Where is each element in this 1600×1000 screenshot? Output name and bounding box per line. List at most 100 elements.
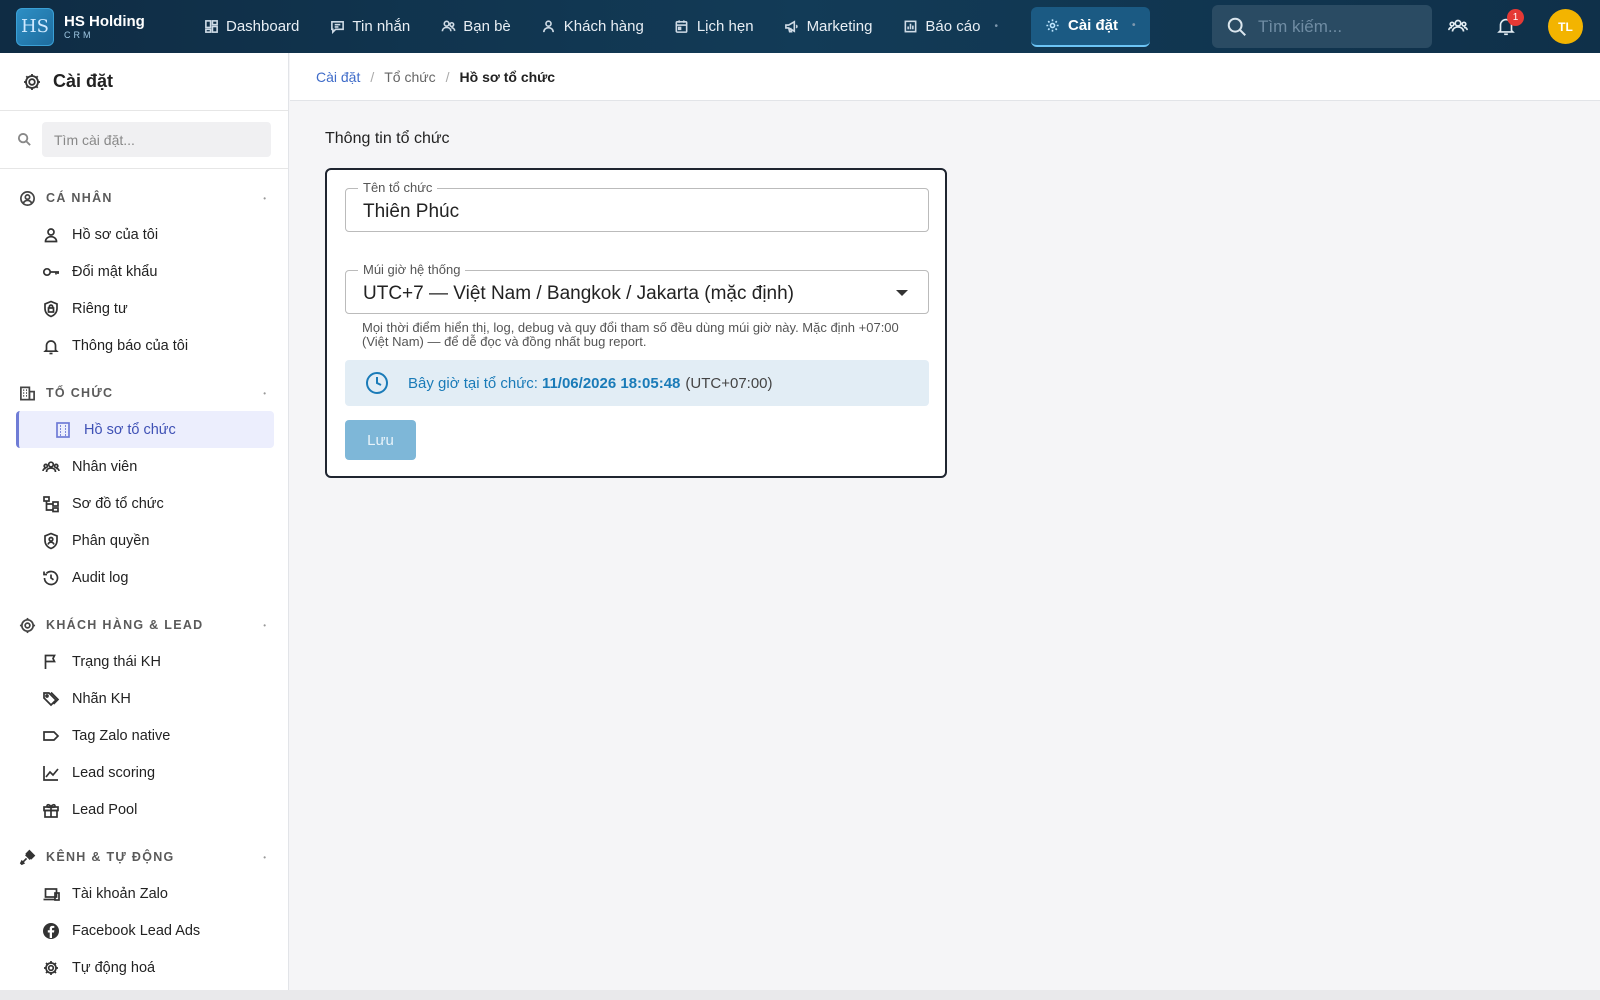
current-time-zone: (UTC+07:00) <box>685 374 773 392</box>
sidebar-item-my-profile[interactable]: Hồ sơ của tôi <box>16 216 274 253</box>
sidebar-item-label: Riêng tư <box>72 300 128 317</box>
current-time-label: Bây giờ tại tổ chức: <box>408 374 538 392</box>
sidebar-item-automation[interactable]: Tự động hoá <box>16 949 274 986</box>
nav-settings[interactable]: Cài đặt • <box>1030 6 1150 47</box>
nav-label: Lịch hẹn <box>696 18 754 35</box>
sidebar-item-audit-log[interactable]: Audit log <box>16 559 274 596</box>
sidebar-item-label: Trạng thái KH <box>72 653 161 670</box>
tags-icon <box>43 691 60 706</box>
nav-separator-dot: • <box>1132 20 1136 31</box>
app-subtitle: CRM <box>64 29 94 40</box>
breadcrumb-organization[interactable]: Tổ chức <box>384 69 435 85</box>
org-name-input[interactable]: Thiên Phúc <box>363 201 459 223</box>
user-avatar[interactable]: TL <box>1548 9 1583 44</box>
sidebar-item-customer-labels[interactable]: Nhãn KH <box>16 680 274 717</box>
sidebar-item-label: Nhãn KH <box>72 690 131 707</box>
nav-messages[interactable]: Tin nhắn <box>314 7 425 47</box>
nav-label: Tin nhắn <box>352 18 411 35</box>
current-time-value: 11/06/2026 18:05:48 <box>541 374 681 392</box>
section-customers-leads[interactable]: KHÁCH HÀNG & LEAD • <box>0 612 288 638</box>
sidebar-item-label: Sơ đồ tổ chức <box>72 495 164 512</box>
megaphone-icon <box>784 19 800 35</box>
nav-reports[interactable]: Báo cáo • <box>887 7 1013 47</box>
nav-dashboard[interactable]: Dashboard <box>188 7 314 47</box>
nav-friends[interactable]: Bạn bè <box>425 7 526 47</box>
gear-icon <box>24 73 40 90</box>
label-icon <box>43 730 60 741</box>
sidebar-item-org-profile[interactable]: Hồ sơ tổ chức <box>16 411 274 448</box>
collapse-indicator: • <box>263 620 266 630</box>
sidebar-item-lead-scoring[interactable]: Lead scoring <box>16 754 274 791</box>
page-section-title: Thông tin tổ chức <box>325 130 450 147</box>
nav-label: Marketing <box>806 18 873 35</box>
building-icon <box>20 386 35 400</box>
sidebar-item-label: Audit log <box>72 569 129 586</box>
bottom-scroll-strip <box>0 990 1600 1000</box>
target-icon <box>19 617 36 633</box>
nav-customers[interactable]: Khách hàng <box>526 7 659 47</box>
nav-label: Cài đặt <box>1067 17 1118 34</box>
global-search-input[interactable] <box>1258 16 1418 37</box>
sidebar-item-label: Hồ sơ của tôi <box>72 226 159 243</box>
section-label: KHÁCH HÀNG & LEAD <box>46 618 204 632</box>
devices-icon <box>43 887 60 901</box>
group-icon <box>42 460 60 472</box>
org-name-field[interactable]: Tên tổ chức Thiên Phúc <box>345 180 929 232</box>
main-nav: Dashboard Tin nhắn Bạn bè Khách hàng Lịc… <box>188 0 1150 53</box>
sidebar-item-zalo-tags[interactable]: Tag Zalo native <box>16 717 274 754</box>
breadcrumb-separator: / <box>370 68 375 85</box>
section-organization[interactable]: TỔ CHỨC • <box>0 380 288 406</box>
sidebar-item-lead-pool[interactable]: Lead Pool <box>16 791 274 828</box>
settings-search-input[interactable] <box>42 122 271 157</box>
sidebar-item-label: Lead Pool <box>72 801 138 818</box>
breadcrumb-current: Hồ sơ tổ chức <box>459 68 556 85</box>
sidebar-item-label: Facebook Lead Ads <box>72 922 201 939</box>
settings-sidebar: Cài đặt CÁ NHÂN • Hồ sơ của tôi Đổi mật … <box>0 53 289 990</box>
save-button[interactable]: Lưu <box>345 420 416 460</box>
key-icon <box>42 267 59 276</box>
chart-line-icon <box>43 765 59 781</box>
sidebar-item-privacy[interactable]: Riêng tư <box>16 290 274 327</box>
app-logo[interactable]: HS HS Holding CRM <box>16 7 166 46</box>
global-search[interactable] <box>1212 5 1432 48</box>
contacts-button[interactable] <box>1447 15 1471 39</box>
timezone-select[interactable]: Múi giờ hệ thống UTC+7 — Việt Nam / Bang… <box>345 262 929 314</box>
sidebar-item-zalo-accounts[interactable]: Tài khoản Zalo <box>16 875 274 912</box>
nav-label: Báo cáo <box>925 18 981 35</box>
nav-calendar[interactable]: Lịch hẹn <box>659 7 769 47</box>
sidebar-item-facebook-lead-ads[interactable]: Facebook Lead Ads <box>16 912 274 949</box>
breadcrumb-settings[interactable]: Cài đặt <box>316 69 360 85</box>
section-personal[interactable]: CÁ NHÂN • <box>0 185 288 211</box>
history-icon <box>43 570 59 585</box>
sidebar-item-employees[interactable]: Nhân viên <box>16 448 274 485</box>
sidebar-item-customer-status[interactable]: Trạng thái KH <box>16 643 274 680</box>
app-name: HS Holding <box>64 12 145 30</box>
sidebar-item-label: Tag Zalo native <box>72 727 171 744</box>
sidebar-item-my-notifications[interactable]: Thông báo của tôi <box>16 327 274 364</box>
current-time-info: Bây giờ tại tổ chức: 11/06/2026 18:05:48… <box>345 360 929 406</box>
flag-icon <box>44 654 56 669</box>
breadcrumb: Cài đặt / Tổ chức / Hồ sơ tổ chức <box>290 53 1600 101</box>
sidebar-item-label: Đổi mật khẩu <box>72 263 158 280</box>
search-icon <box>1227 17 1246 36</box>
shield-lock-icon <box>44 300 58 317</box>
plug-icon <box>19 849 36 865</box>
cog-auto-icon <box>44 960 58 975</box>
org-info-card: Tên tổ chức Thiên Phúc Múi giờ hệ thống … <box>325 168 947 478</box>
section-channels-automation[interactable]: KÊNH & TỰ ĐỘNG • <box>0 844 288 870</box>
sidebar-item-permissions[interactable]: Phân quyền <box>16 522 274 559</box>
sidebar-item-org-chart[interactable]: Sơ đồ tổ chức <box>16 485 274 522</box>
timezone-value: UTC+7 — Việt Nam / Bangkok / Jakarta (mặ… <box>363 283 795 304</box>
customer-icon <box>541 19 557 35</box>
section-label: CÁ NHÂN <box>46 191 113 205</box>
building-grid-icon <box>56 421 70 438</box>
sidebar-item-label: Phân quyền <box>72 532 150 549</box>
nav-marketing[interactable]: Marketing <box>769 7 888 47</box>
nav-label: Bạn bè <box>463 18 511 35</box>
sidebar-item-change-password[interactable]: Đổi mật khẩu <box>16 253 274 290</box>
sidebar-title: Cài đặt <box>53 71 114 91</box>
notification-badge: 1 <box>1507 9 1524 26</box>
sidebar-item-label: Nhân viên <box>72 458 138 475</box>
notifications-button[interactable]: 1 <box>1495 9 1524 39</box>
bell-icon <box>43 339 59 354</box>
